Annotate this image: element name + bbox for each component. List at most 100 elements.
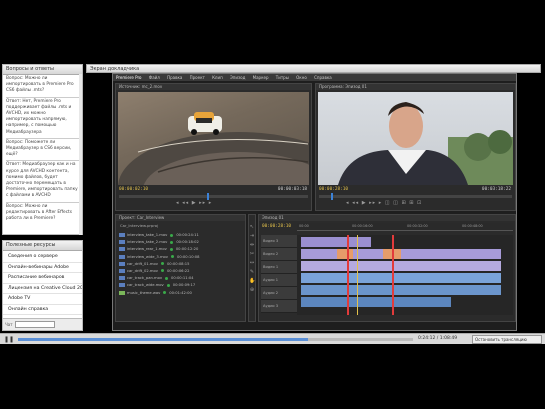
menu-bar: Premiere Pro Файл Правка Проект Клип Эпи… (113, 74, 516, 81)
project-item[interactable]: interview_wide_3.mov 00:00:10:08 (116, 254, 245, 261)
menu-edit[interactable]: Правка (167, 75, 182, 80)
timeline-panel: Эпизод 01 00:00:28:10 00:00 00:00:16:00 … (258, 214, 516, 322)
track-select-tool-icon[interactable]: ⇥ (249, 232, 255, 241)
track-header[interactable]: Видео 2 (261, 248, 297, 261)
clip-icon (119, 283, 125, 288)
question-entry: Вопрос: Поможете ли Медиабраузер в CS6 в… (6, 137, 79, 159)
status-dot (169, 247, 173, 251)
program-transport-controls[interactable]: ◂ ◂◂ ▶ ▸▸ ▸ ◫ ◫ ⊞ ⊞ ⊡ (346, 200, 422, 206)
menu-file[interactable]: Файл (149, 75, 160, 80)
source-transport-controls[interactable]: ◂ ◂◂ ▶ ▸▸ ▸ (176, 200, 212, 206)
source-scrubber[interactable] (119, 193, 308, 200)
marker[interactable] (347, 235, 349, 315)
video-clip[interactable] (301, 237, 371, 247)
premiere-window: Premiere Pro Файл Правка Проект Клип Эпи… (112, 73, 517, 331)
ruler-label: 00:00:48:00 (462, 224, 483, 228)
program-video-frame (318, 92, 513, 185)
status-dot (166, 283, 170, 287)
source-timecode-duration: 00:00:03:18 (277, 187, 307, 192)
hand-tool-icon[interactable]: ✋ (249, 277, 255, 286)
status-dot (170, 233, 174, 237)
track-headers: Видео 3 Видео 2 Видео 1 Аудио 1 Аудио 2 … (261, 235, 297, 313)
program-scrubber[interactable] (319, 193, 512, 200)
program-monitor-tab[interactable]: Программа: Эпизод 01 (316, 84, 515, 90)
presenter-title: Экран докладчика (90, 66, 140, 72)
menu-sequence[interactable]: Эпизод (230, 75, 245, 80)
razor-tool-icon[interactable]: ✂ (249, 250, 255, 259)
track-header[interactable]: Аудио 3 (261, 300, 297, 313)
link-item[interactable]: Онлайн справка (3, 305, 82, 315)
video-clip[interactable] (301, 249, 501, 259)
marker[interactable] (392, 235, 394, 315)
pause-icon[interactable]: ❚❚ (4, 336, 14, 343)
playback-time: 0:24:12 / 1:08:49 (418, 336, 458, 341)
audio-clip[interactable] (301, 297, 451, 307)
answer-entry: Ответ: Нет, Premiere Pro поддерживает фа… (6, 96, 79, 136)
video-clip[interactable] (337, 249, 353, 259)
status-dot (170, 255, 174, 259)
program-timecode-duration: 00:03:18:22 (481, 187, 511, 192)
pen-tool-icon[interactable]: ✎ (249, 268, 255, 277)
menu-clip[interactable]: Клип (212, 75, 223, 80)
track-header[interactable]: Аудио 1 (261, 274, 297, 287)
audio-clip[interactable] (301, 285, 501, 295)
project-item[interactable]: car_track_wide.mov 00:00:09:17 (116, 282, 245, 289)
menu-window[interactable]: Окно (296, 75, 307, 80)
source-monitor-tab[interactable]: Источник: mc_2.mov (116, 84, 311, 90)
zoom-tool-icon[interactable]: ⊕ (249, 286, 255, 295)
link-item[interactable]: Лицензия на Creative Cloud 2012 (3, 284, 82, 294)
ripple-tool-icon[interactable]: ⇹ (249, 241, 255, 250)
slip-tool-icon[interactable]: ↔ (249, 259, 255, 268)
menu-project[interactable]: Проект (190, 75, 205, 80)
playback-progress[interactable] (18, 338, 413, 341)
ruler-label: 00:00:16:00 (352, 224, 373, 228)
project-item[interactable]: car_drift_02.mov 00:00:06:22 (116, 268, 245, 275)
timeline-ruler[interactable]: 00:00 00:00:16:00 00:00:32:00 00:00:48:0… (297, 223, 513, 231)
timeline-tab[interactable]: Эпизод 01 (259, 215, 515, 221)
track-header[interactable]: Видео 1 (261, 261, 297, 274)
link-item[interactable]: Онлайн-вебинары Adobe (3, 263, 82, 273)
source-timecode-in: 00:00:02:10 (119, 187, 149, 192)
source-playhead[interactable] (207, 193, 209, 200)
timeline-timecode: 00:00:28:10 (262, 224, 292, 229)
stop-broadcast-button[interactable]: Остановить трансляцию (472, 335, 542, 344)
track-header[interactable]: Аудио 2 (261, 287, 297, 300)
menu-title[interactable]: Титры (276, 75, 289, 80)
status-dot (170, 240, 174, 244)
video-clip[interactable] (301, 261, 501, 271)
playback-progress-fill (18, 338, 308, 341)
presenter-header: Экран докладчика (86, 64, 541, 73)
selection-tool-icon[interactable]: ↖ (249, 223, 255, 232)
player-bar: ❚❚ 0:24:12 / 1:08:49 Остановить трансляц… (0, 333, 545, 344)
menu-help[interactable]: Справка (314, 75, 332, 80)
project-item[interactable]: music_theme.wav 00:01:42:00 (116, 290, 245, 297)
link-item[interactable]: Сведения о сервере (3, 252, 82, 263)
clip-icon (119, 233, 125, 237)
link-item[interactable]: Adobe TV (3, 294, 82, 305)
status-dot (163, 291, 167, 294)
stop-broadcast-label: Остановить трансляцию (475, 337, 527, 342)
menu-marker[interactable]: Маркер (253, 75, 269, 80)
project-item[interactable]: car_track_pan.mov 00:00:11:04 (116, 275, 245, 282)
question-entry: Вопрос: Можно ли редактировать в After E… (6, 201, 79, 223)
interview-image (338, 102, 513, 185)
questions-panel: Вопросы и ответы Вопрос: Можно ли импорт… (2, 64, 83, 235)
audio-clip[interactable] (301, 273, 501, 283)
chat-bar: Чат (3, 318, 82, 330)
timeline-playhead[interactable] (357, 235, 358, 315)
status-dot (160, 262, 164, 266)
project-item[interactable]: car_drift_01.mov 00:00:08:15 (116, 261, 245, 268)
project-item[interactable]: interview_take_2.mov 00:00:18:02 (116, 239, 245, 246)
source-monitor: Источник: mc_2.mov 00:00:02:10 00:00:03:… (115, 83, 312, 211)
links-panel-title: Полезные ресурсы (3, 241, 82, 251)
program-playhead[interactable] (331, 193, 333, 200)
questions-scrollbar[interactable] (79, 74, 82, 235)
track-header[interactable]: Видео 3 (261, 235, 297, 248)
link-item[interactable]: Расписание вебинаров (3, 273, 82, 284)
project-panel-tab[interactable]: Проект: Car_Interview (116, 215, 245, 221)
project-item[interactable]: interview_take_1.mov 00:00:24:11 (116, 232, 245, 239)
chat-input[interactable] (15, 321, 55, 328)
project-item[interactable]: interview_rear_1.mov 00:00:12:20 (116, 246, 245, 253)
timeline-tracks (297, 235, 513, 315)
status-dot (160, 269, 164, 273)
